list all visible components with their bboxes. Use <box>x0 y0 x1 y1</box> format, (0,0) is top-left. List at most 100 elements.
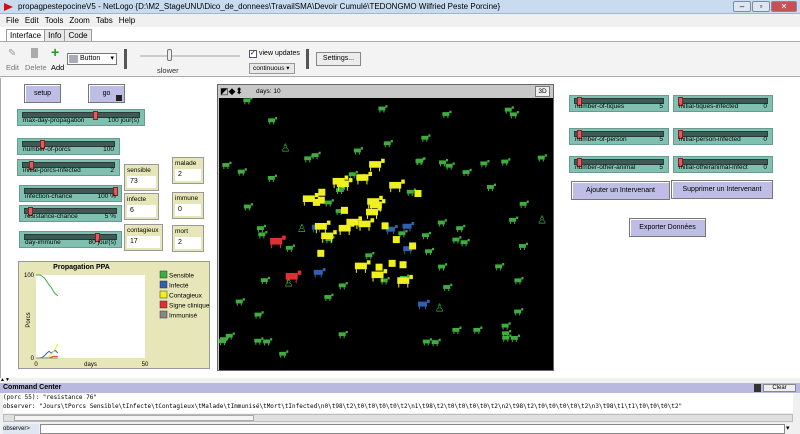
slider-initial-porcs-infected[interactable]: initial-porcs-infected 2 <box>17 159 120 176</box>
ajouter-intervenant-button[interactable]: Ajouter un Intervenant <box>571 181 670 200</box>
slider-label: number-of-person <box>575 136 627 143</box>
pig-sensible <box>324 293 334 301</box>
person-agent: ♙ <box>297 223 307 235</box>
add-plus-icon: + <box>51 44 60 60</box>
go-button[interactable]: go <box>88 84 125 103</box>
legend-swatch <box>159 270 168 279</box>
pig-contagieux <box>356 171 373 185</box>
pig-sensible <box>519 200 529 208</box>
slider-label: initial-porcs-infected <box>23 167 81 174</box>
menu-file[interactable]: File <box>6 16 19 25</box>
monitor-value: 2 <box>175 169 201 181</box>
command-center: ▲▼ Command Center Clear (porc 55): "resi… <box>0 378 800 434</box>
x-tick-label: 0 <box>34 362 38 368</box>
minimize-button[interactable]: – <box>733 1 751 12</box>
speed-label: slower <box>157 66 179 75</box>
monitor-value: 6 <box>127 205 156 217</box>
x-axis-label: days <box>84 362 97 368</box>
speed-slider[interactable] <box>140 55 240 57</box>
exporter-donnees-button[interactable]: Exporter Données <box>629 218 706 237</box>
clear-button[interactable]: Clear <box>763 384 796 392</box>
maximize-button[interactable]: ▫ <box>752 1 770 12</box>
history-dropdown-icon[interactable]: ▾ <box>786 424 790 432</box>
widget-type-select[interactable]: Button ▾ <box>67 53 117 65</box>
add-button[interactable]: Add <box>51 63 64 72</box>
settings-button[interactable]: Settings... <box>316 52 361 66</box>
command-input[interactable] <box>40 424 785 434</box>
legend-label: Infecté <box>169 283 189 290</box>
pig-sensible <box>473 326 483 334</box>
update-mode-select[interactable]: continuous ▾ <box>249 63 295 74</box>
pig-sensible <box>338 282 348 290</box>
slider-value: 100 jour(s) <box>107 117 139 124</box>
forever-icon <box>116 95 122 101</box>
slider-resistance-chance[interactable]: resistance-chance 5 % <box>19 205 122 222</box>
speed-slider-handle[interactable] <box>167 49 172 61</box>
pig-sensible <box>304 154 314 163</box>
delete-button[interactable]: Delete <box>25 63 47 72</box>
menu-help[interactable]: Help <box>119 16 135 25</box>
infected-patch <box>414 190 422 198</box>
pig-sensible <box>254 311 264 319</box>
pig-sensible <box>510 334 520 342</box>
pig-signe-clinique <box>270 235 286 249</box>
pig-contagieux <box>369 158 385 172</box>
slider-number-of-tiques[interactable]: number-of-tiques 5 <box>569 95 669 112</box>
netlogo-logo-icon <box>4 3 13 11</box>
pig-sensible <box>509 216 519 224</box>
view-control-icons[interactable]: ◩◆⬍ <box>220 87 243 96</box>
legend-swatch <box>159 280 168 289</box>
supprimer-intervenant-button[interactable]: Supprimer un Intervenant <box>671 180 773 199</box>
slider-initial-person-infected[interactable]: initial-person-infected 0 <box>673 128 773 145</box>
monitor-value: 73 <box>127 176 156 188</box>
pig-sensible <box>256 224 266 233</box>
pig-sensible <box>225 332 235 340</box>
slider-day-immune[interactable]: day-immune 80 jour(s) <box>19 231 122 248</box>
pig-sensible <box>514 276 524 285</box>
slider-number-of-porcs[interactable]: number-of-porcs 100 <box>17 138 120 155</box>
slider-label: infection-chance <box>25 193 73 200</box>
slider-max-day-propagation[interactable]: max-day-propagation 100 jour(s) <box>17 109 145 126</box>
world-canvas[interactable]: ♙ ♙ ♙ ♙ ♙ <box>219 98 553 370</box>
pig-sensible <box>421 134 431 142</box>
edit-button[interactable]: Edit <box>6 63 19 72</box>
slider-handle[interactable] <box>92 111 98 120</box>
horizontal-scrollbar[interactable] <box>3 414 793 422</box>
legend-swatch <box>159 300 168 309</box>
edit-pencil-icon: ✎ <box>8 48 17 59</box>
slider-initial-otheranimal-infect[interactable]: initial-otheranimal-infect 0 <box>673 156 773 173</box>
world-view: ◩◆⬍ days: 10 3D ♙ ♙ ♙ ♙ ♙ <box>217 84 554 371</box>
tab-info[interactable]: Info <box>44 29 66 41</box>
pig-sensible <box>378 105 388 113</box>
slider-label: initial-otheranimal-infect <box>679 164 748 171</box>
menu-tools[interactable]: Tools <box>45 16 64 25</box>
tab-code[interactable]: Code <box>64 29 92 41</box>
pig-sensible <box>235 298 245 306</box>
pig-sensible <box>452 326 462 334</box>
menu-tabs[interactable]: Tabs <box>96 16 113 25</box>
menu-zoom[interactable]: Zoom <box>69 16 89 25</box>
slider-infection-chance[interactable]: infection-chance 100 % <box>19 185 122 202</box>
slider-value: 0 <box>763 164 767 171</box>
setup-button[interactable]: setup <box>24 84 61 103</box>
pig-sensible <box>353 147 363 155</box>
monitor-value: 0 <box>175 204 201 216</box>
3d-button[interactable]: 3D <box>535 86 550 97</box>
slider-number-other-animal[interactable]: number-other-animal 5 <box>569 156 669 173</box>
close-button[interactable]: ✕ <box>771 1 797 12</box>
popout-icon[interactable] <box>754 384 761 392</box>
tab-interface[interactable]: Interface <box>6 29 46 41</box>
button-widget-icon <box>69 55 78 63</box>
infected-patch <box>392 236 400 244</box>
slider-initial-tiques-infected[interactable]: initial-tiques-infected 0 <box>673 95 773 112</box>
monitor-label: mort <box>175 228 188 235</box>
infected-patch <box>375 263 383 271</box>
widget-type-value: Button <box>80 55 101 62</box>
slider-number-of-person[interactable]: number-of-person 5 <box>569 128 669 145</box>
pig-sensible <box>480 160 490 168</box>
view-updates-checkbox[interactable]: ✓ <box>249 50 257 58</box>
pig-sensible <box>537 154 547 162</box>
menu-edit[interactable]: Edit <box>25 16 39 25</box>
pig-sensible <box>438 263 448 271</box>
output-line: observer: "Jours\tPorcs Sensible\tInfect… <box>3 403 683 410</box>
